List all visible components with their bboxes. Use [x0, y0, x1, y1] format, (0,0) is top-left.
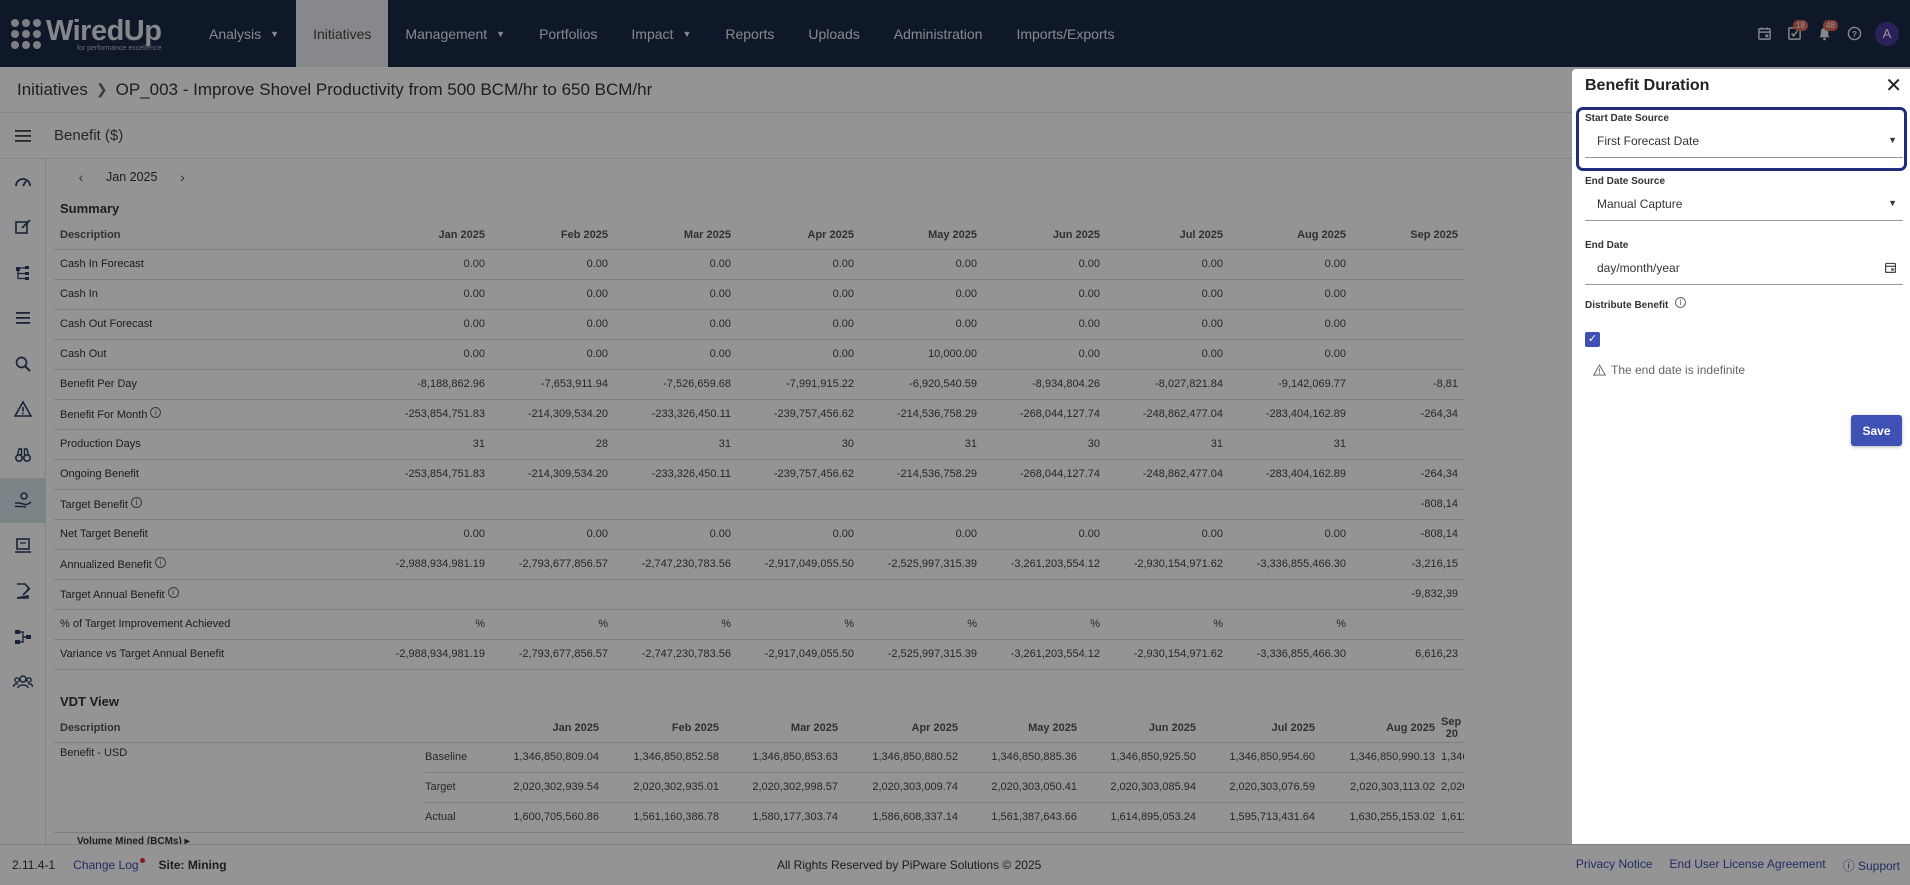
info-icon[interactable]: i	[1674, 297, 1686, 308]
start-date-source-select[interactable]: First Forecast Date ▼	[1585, 134, 1903, 158]
end-date-input[interactable]: day/month/year	[1585, 261, 1903, 285]
start-date-source-label: Start Date Source	[1585, 113, 1669, 124]
distribute-benefit-field: Distribute Benefit i	[1585, 296, 1903, 311]
end-date-placeholder: day/month/year	[1597, 261, 1680, 275]
start-date-source-value: First Forecast Date	[1597, 134, 1700, 148]
benefit-duration-drawer: Benefit Duration ✕ Start Date Source Fir…	[1572, 69, 1910, 844]
distribute-benefit-checkbox[interactable]: ✓	[1585, 332, 1600, 347]
save-button[interactable]: Save	[1851, 415, 1902, 446]
start-date-source-field[interactable]: Start Date Source First Forecast Date ▼	[1585, 113, 1903, 158]
dropdown-arrow-icon: ▼	[1888, 135, 1897, 145]
end-date-label: End Date	[1585, 240, 1629, 251]
end-date-source-value: Manual Capture	[1597, 197, 1683, 211]
calendar-icon[interactable]	[1884, 261, 1897, 276]
indefinite-warning: The end date is indefinite	[1593, 363, 1745, 377]
distribute-benefit-label: Distribute Benefit	[1585, 300, 1669, 311]
end-date-source-label: End Date Source	[1585, 176, 1666, 187]
close-icon[interactable]: ✕	[1885, 73, 1902, 98]
drawer-title: Benefit Duration	[1585, 77, 1710, 94]
dropdown-arrow-icon: ▼	[1888, 198, 1897, 208]
end-date-field[interactable]: End Date day/month/year	[1585, 240, 1903, 285]
warning-triangle-icon	[1593, 364, 1606, 376]
warning-text: The end date is indefinite	[1611, 363, 1746, 377]
end-date-source-field[interactable]: End Date Source Manual Capture ▼	[1585, 176, 1903, 221]
end-date-source-select[interactable]: Manual Capture ▼	[1585, 197, 1903, 221]
